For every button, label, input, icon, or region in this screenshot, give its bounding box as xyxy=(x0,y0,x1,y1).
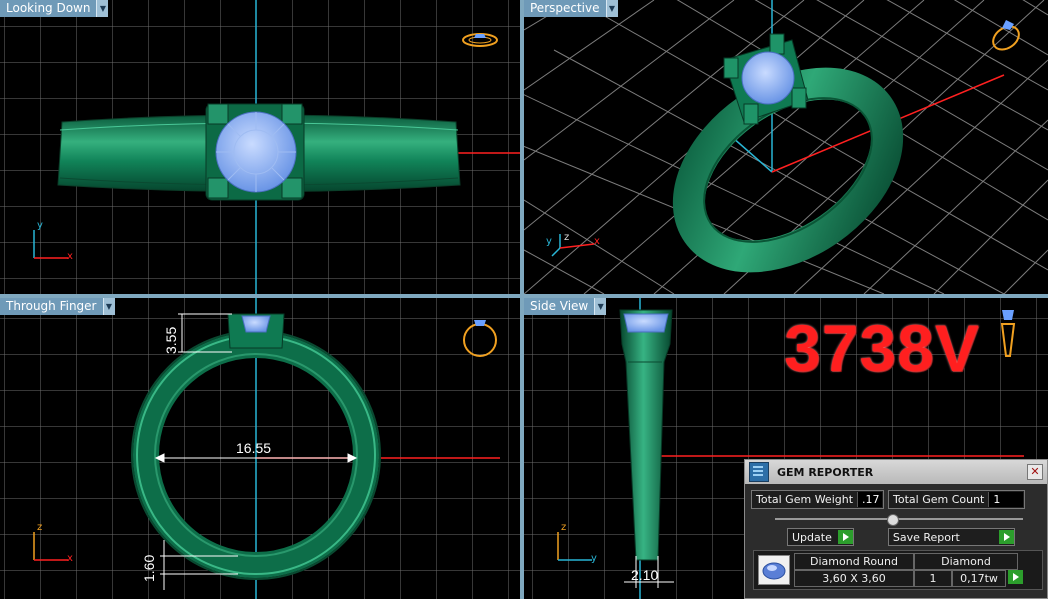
gem-type: Diamond xyxy=(914,553,1018,570)
close-icon[interactable]: ✕ xyxy=(1027,464,1043,480)
gem-reporter-titlebar[interactable]: GEM REPORTER ✕ xyxy=(745,460,1047,484)
viewport-menu-dropdown[interactable]: ▼ xyxy=(96,0,109,17)
total-gem-count-field: Total Gem Count 1 xyxy=(888,490,1026,509)
viewport-through-finger[interactable]: 3.55 16.55 1.60 z x Through Finger ▼ xyxy=(0,298,520,599)
gem-shape: Diamond Round xyxy=(794,553,914,570)
viewport-perspective[interactable]: z y x Perspective ▼ xyxy=(524,0,1048,294)
perspective-scene xyxy=(524,0,1048,294)
looking-down-scene xyxy=(0,0,520,294)
axis-label-x: x xyxy=(67,251,73,262)
axis-label-x: x xyxy=(67,553,73,564)
viewport-label-looking-down[interactable]: Looking Down ▼ xyxy=(0,0,109,17)
viewport-menu-dropdown[interactable]: ▼ xyxy=(102,298,115,315)
axis-triad-perspective xyxy=(551,234,595,257)
gem-detail-arrow-icon[interactable] xyxy=(1008,570,1023,584)
diamond-round-icon xyxy=(758,555,790,585)
play-arrow-icon xyxy=(837,530,853,544)
gem-count: 1 xyxy=(914,570,952,587)
band-width-dimension: 2.10 xyxy=(631,567,659,583)
gem-reporter-panel: GEM REPORTER ✕ Total Gem Weight .17 Tota… xyxy=(744,459,1048,599)
total-gem-count-value: 1 xyxy=(988,492,1024,507)
axis-label-z: z xyxy=(561,522,567,533)
gem-size-slider[interactable] xyxy=(775,514,1023,526)
gem-size: 3,60 X 3,60 xyxy=(794,570,914,587)
axis-label-y: y xyxy=(591,553,597,564)
viewport-menu-dropdown[interactable]: ▼ xyxy=(594,298,607,315)
axis-label-x: x xyxy=(594,236,600,247)
update-button[interactable]: Update xyxy=(787,528,854,546)
viewport-looking-down[interactable]: y x Looking Down ▼ xyxy=(0,0,520,294)
axis-label-z: z xyxy=(564,232,570,243)
gem-list-item[interactable]: Diamond Round Diamond 3,60 X 3,60 1 0,17… xyxy=(753,550,1043,590)
prong-height-dimension: 3.55 xyxy=(163,326,179,354)
play-arrow-icon xyxy=(998,530,1014,544)
gem-reporter-title: GEM REPORTER xyxy=(777,465,874,479)
viewport-label-side-view[interactable]: Side View ▼ xyxy=(524,298,607,315)
product-code: 3738V xyxy=(784,311,980,385)
viewport-label-perspective[interactable]: Perspective ▼ xyxy=(524,0,618,17)
ring-orientation-icon xyxy=(992,20,1020,51)
band-thickness-dimension: 1.60 xyxy=(141,554,157,582)
total-gem-weight-field: Total Gem Weight .17 xyxy=(751,490,885,509)
inner-diameter-dimension: 16.55 xyxy=(236,440,272,456)
total-gem-weight-value: .17 xyxy=(857,492,883,507)
save-report-button[interactable]: Save Report xyxy=(887,528,1015,546)
viewport-menu-dropdown[interactable]: ▼ xyxy=(605,0,618,17)
axis-label-z: z xyxy=(37,522,43,533)
gem-weight: 0,17tw xyxy=(952,570,1006,587)
axis-label-y: y xyxy=(546,236,552,247)
slider-handle[interactable] xyxy=(887,514,899,526)
viewport-label-through-finger[interactable]: Through Finger ▼ xyxy=(0,298,115,315)
gem-reporter-icon xyxy=(749,462,769,482)
axis-label-y: y xyxy=(37,220,43,231)
